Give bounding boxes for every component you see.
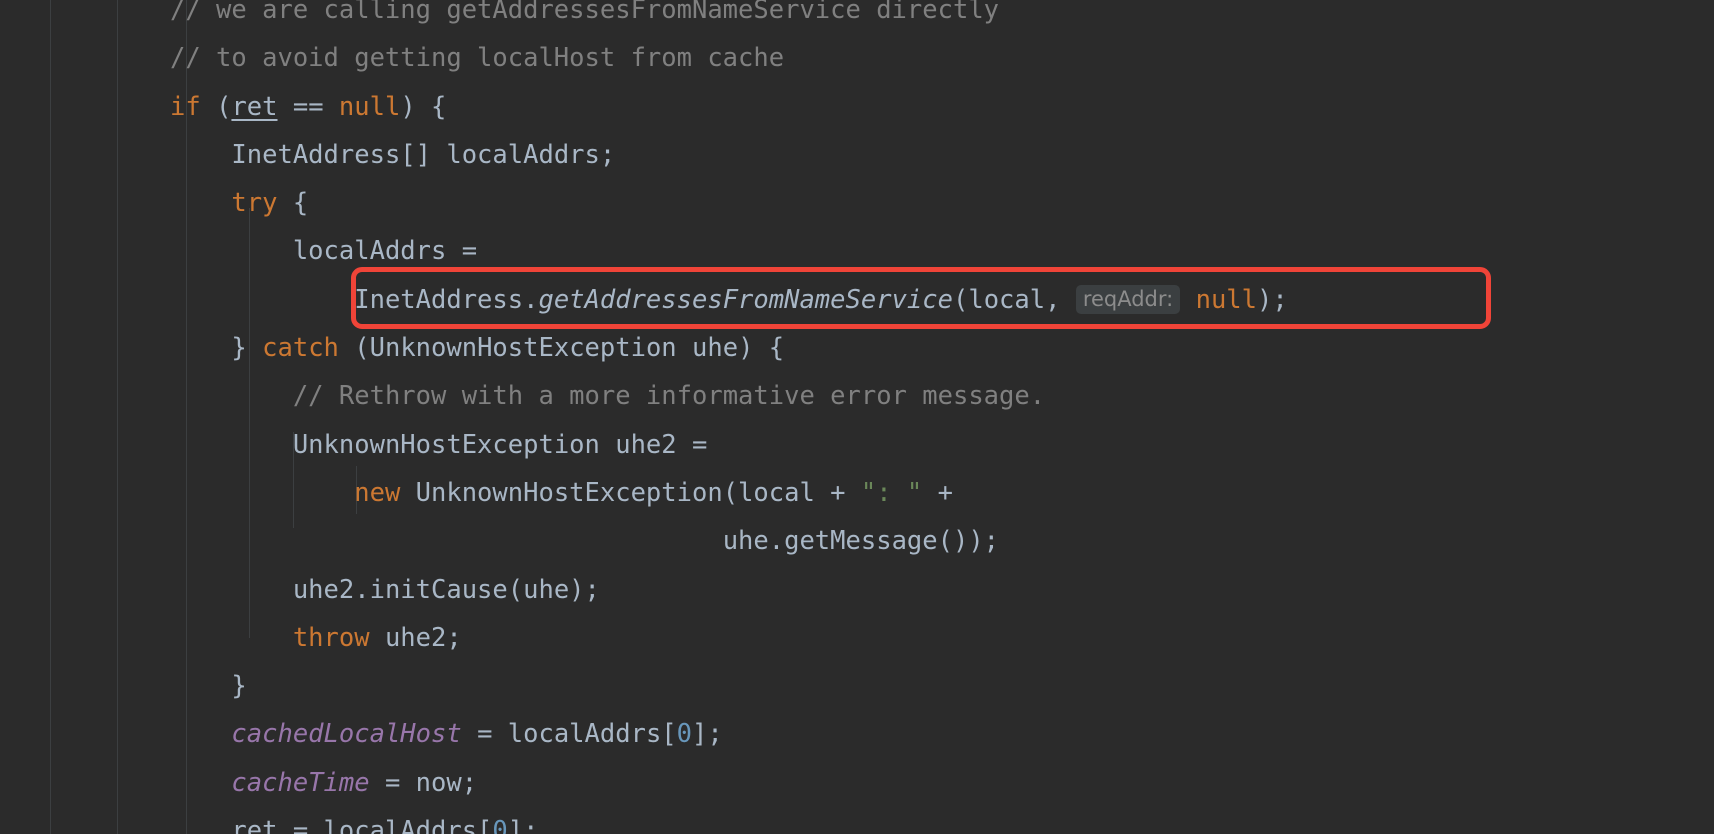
- code-token: throw: [292, 622, 370, 653]
- code-line[interactable]: // Rethrow with a more informative error…: [170, 372, 1288, 420]
- code-token: ret: [231, 91, 278, 122]
- code-line[interactable]: }: [170, 662, 1288, 710]
- source-code-text[interactable]: // we are calling getAddressesFromNameSe…: [170, 0, 1288, 834]
- code-token: new: [354, 477, 401, 508]
- code-token: UnknownHostException(local +: [400, 477, 861, 508]
- code-line[interactable]: InetAddress[] localAddrs;: [170, 131, 1288, 179]
- code-token: catch: [262, 333, 339, 364]
- code-line[interactable]: UnknownHostException uhe2 =: [170, 421, 1288, 469]
- code-line[interactable]: uhe.getMessage());: [170, 517, 1288, 565]
- code-token: ": ": [860, 477, 923, 508]
- code-line[interactable]: if (ret == null) {: [170, 83, 1288, 131]
- code-token: (: [200, 91, 232, 122]
- indent-guide-2: [117, 0, 118, 834]
- code-token: // we are calling getAddressesFromNameSe…: [170, 0, 1000, 25]
- code-line[interactable]: uhe2.initCause(uhe);: [170, 566, 1288, 614]
- code-token: UnknownHostException uhe2 =: [292, 429, 708, 460]
- code-token: ];: [692, 719, 723, 750]
- code-line[interactable]: // to avoid getting localHost from cache: [170, 34, 1288, 82]
- code-editor-viewport[interactable]: // we are calling getAddressesFromNameSe…: [0, 0, 1714, 834]
- code-token: ==: [277, 91, 339, 122]
- code-token: cacheTime: [231, 767, 370, 798]
- code-token: null: [1195, 284, 1258, 315]
- code-line[interactable]: localAddrs =: [170, 227, 1288, 275]
- code-token: = localAddrs[: [461, 719, 677, 750]
- code-token: ];: [507, 816, 539, 834]
- code-token: if: [170, 91, 201, 122]
- indent-guide-1: [50, 0, 51, 834]
- code-token: = now;: [369, 767, 478, 798]
- code-token: cachedLocalHost: [231, 719, 462, 750]
- code-token: null: [338, 91, 401, 122]
- code-token: InetAddress[] localAddrs;: [231, 139, 616, 170]
- code-token: ret = localAddrs[: [231, 816, 493, 834]
- code-token: // to avoid getting localHost from cache: [170, 43, 785, 74]
- code-token: // Rethrow with a more informative error…: [292, 381, 1046, 412]
- code-token: uhe.getMessage());: [722, 526, 1000, 557]
- code-line[interactable]: new UnknownHostException(local + ": " +: [170, 469, 1288, 517]
- code-token: +: [922, 477, 954, 508]
- code-token: (UnknownHostException uhe) {: [338, 333, 785, 364]
- code-token: }: [231, 671, 247, 702]
- code-token: getAddressesFromNameService: [538, 284, 953, 315]
- code-line[interactable]: cachedLocalHost = localAddrs[0];: [170, 710, 1288, 758]
- code-token: InetAddress.: [354, 284, 539, 315]
- code-token: 0: [676, 719, 693, 750]
- code-line[interactable]: // we are calling getAddressesFromNameSe…: [170, 0, 1288, 34]
- code-token: uhe2;: [369, 622, 462, 653]
- code-token: );: [1257, 284, 1288, 315]
- code-token: try: [231, 188, 278, 219]
- code-line[interactable]: ret = localAddrs[0];: [170, 807, 1288, 834]
- code-line[interactable]: } catch (UnknownHostException uhe) {: [170, 324, 1288, 372]
- code-token: 0: [492, 816, 508, 834]
- code-token: ) {: [400, 91, 447, 122]
- code-line[interactable]: try {: [170, 179, 1288, 227]
- inlay-parameter-hint: reqAddr:: [1075, 284, 1181, 314]
- code-line[interactable]: InetAddress.getAddressesFromNameService(…: [170, 276, 1288, 324]
- code-token: (local,: [952, 284, 1076, 315]
- code-token: }: [231, 333, 263, 364]
- code-token: localAddrs =: [292, 236, 478, 267]
- code-token: {: [277, 188, 309, 219]
- code-token: uhe2.initCause(uhe);: [292, 574, 600, 605]
- code-line[interactable]: cacheTime = now;: [170, 759, 1288, 807]
- code-line[interactable]: throw uhe2;: [170, 614, 1288, 662]
